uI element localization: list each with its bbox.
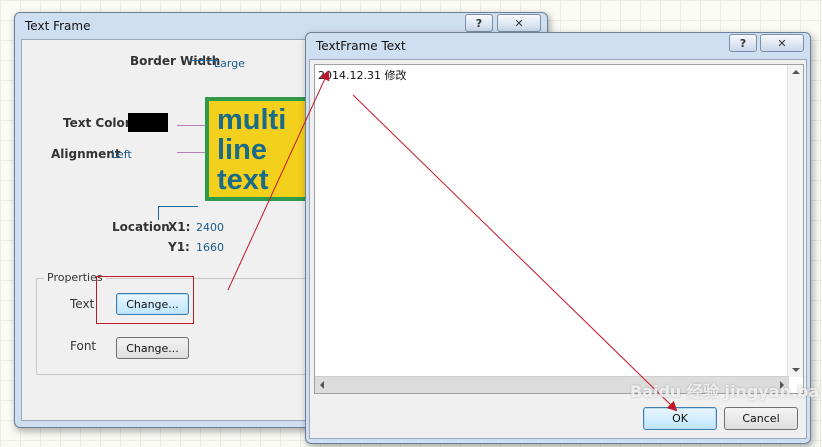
vertical-scrollbar[interactable]: [787, 65, 803, 377]
font-label: Font: [70, 339, 97, 353]
watermark: Baidu 经验 jingyan.baidu.com: [630, 382, 820, 401]
ok-button[interactable]: OK: [643, 407, 717, 430]
text-preview: multi line text: [205, 97, 317, 201]
preview-line: line: [217, 134, 267, 166]
highlight-box: [96, 276, 194, 324]
location-arrow: [158, 206, 198, 207]
font-change-label: Change...: [126, 341, 179, 355]
text-area[interactable]: 2014.12.31 修改: [314, 64, 804, 394]
title-bar[interactable]: TextFrame Text ? ✕: [306, 33, 810, 59]
border-width-value[interactable]: Large: [214, 57, 245, 70]
close-button[interactable]: ✕: [497, 14, 541, 32]
border-width-arrow: [206, 60, 218, 61]
help-button[interactable]: ?: [465, 14, 493, 32]
alignment-value[interactable]: Left: [111, 148, 132, 161]
text-content[interactable]: 2014.12.31 修改: [318, 67, 406, 83]
scroll-up-arrow-icon[interactable]: [792, 70, 800, 74]
y1-label: Y1:: [168, 240, 190, 254]
x1-label: X1:: [168, 220, 191, 234]
close-icon: ✕: [777, 36, 787, 50]
y1-value[interactable]: 1660: [196, 241, 224, 254]
location-arrow: [158, 206, 159, 220]
x1-value[interactable]: 2400: [196, 221, 224, 234]
border-width-arrow: [190, 60, 204, 61]
border-width-tick: [203, 57, 204, 64]
text-label: Text: [70, 297, 95, 311]
question-icon: ?: [739, 36, 747, 50]
text-color-swatch[interactable]: [128, 113, 168, 132]
cancel-label: Cancel: [742, 412, 780, 425]
preview-line: multi: [217, 104, 287, 136]
dialog-title: TextFrame Text: [316, 39, 406, 53]
close-icon: ✕: [514, 16, 524, 30]
preview-line: text: [217, 164, 269, 196]
border-width-label: Border Width: [130, 54, 221, 68]
help-button[interactable]: ?: [729, 34, 757, 52]
scroll-left-arrow-icon[interactable]: [320, 381, 324, 389]
location-label: Location: [112, 220, 170, 234]
dialog-title: Text Frame: [25, 19, 91, 33]
font-change-button[interactable]: Change...: [116, 337, 189, 359]
question-icon: ?: [475, 16, 483, 30]
close-button[interactable]: ✕: [760, 34, 804, 52]
cancel-button[interactable]: Cancel: [724, 407, 798, 430]
scroll-down-arrow-icon[interactable]: [792, 368, 800, 372]
text-color-label: Text Color: [63, 116, 131, 130]
ok-label: OK: [672, 412, 688, 425]
